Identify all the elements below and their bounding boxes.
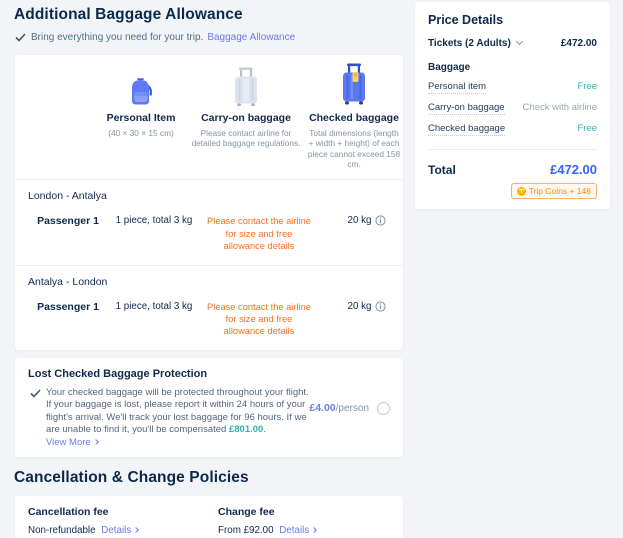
tickets-row: Tickets (2 Adults) £472.00 [428, 38, 597, 49]
lost-protection-price-area: £4.00/person [309, 368, 390, 448]
backpack-icon [95, 61, 187, 107]
checked-baggage-value: Free [577, 123, 597, 134]
type-checked: Checked baggage Total dimensions (length… [305, 61, 403, 169]
carry-on-allowance-note: Please contact the airline for size and … [200, 301, 318, 337]
checked-kg: 20 kg [348, 215, 372, 226]
lost-protection-title: Lost Checked Baggage Protection [28, 368, 309, 380]
cancellation-fee-value: Non-refundable Details [28, 525, 218, 536]
baggage-section-title: Additional Baggage Allowance [14, 6, 403, 24]
types-spacer [15, 61, 95, 169]
type-carry-on: Carry-on baggage Please contact airline … [187, 61, 305, 169]
baggage-subtitle: Bring everything you need for your trip.… [15, 32, 403, 43]
passenger-name: Passenger 1 [28, 301, 108, 313]
personal-item-allowance: 1 piece, total 3 kg [108, 301, 200, 312]
route-label: London - Antalya [28, 190, 390, 202]
baggage-group-label: Baggage [428, 62, 597, 73]
protection-radio[interactable] [377, 402, 390, 415]
cancellation-fee-text: Non-refundable [28, 525, 96, 536]
desc-part-2: . [263, 424, 266, 435]
route-label: Antalya - London [28, 276, 390, 288]
checked-suitcase-icon [305, 61, 403, 107]
passenger-name: Passenger 1 [28, 215, 108, 227]
price-amount: £4.00 [309, 402, 335, 414]
checked-kg: 20 kg [348, 301, 372, 312]
type-personal-item: Personal Item (40 × 30 × 15 cm) [95, 61, 187, 169]
policies-section-title: Cancellation & Change Policies [14, 469, 403, 487]
passenger-row: Passenger 1 1 piece, total 3 kg Please c… [28, 215, 390, 251]
change-fee-value: From £92.00 Details [218, 525, 316, 536]
coin-icon [517, 187, 526, 196]
dotted-divider [428, 149, 597, 150]
total-row: Total £472.00 [428, 162, 597, 177]
cancellation-fee-label: Cancellation fee [28, 506, 218, 518]
view-more-label[interactable]: View More [46, 437, 91, 448]
lost-protection-text: Your checked baggage will be protected t… [46, 387, 309, 436]
cancellation-fee-block: Cancellation fee Non-refundable Details [28, 506, 218, 536]
baggage-types-header: Personal Item (40 × 30 × 15 cm) [15, 55, 403, 179]
price-unit: /person [336, 403, 369, 414]
baggage-allowance-link[interactable]: Baggage Allowance [207, 32, 295, 43]
change-fee-text: From £92.00 [218, 525, 274, 536]
carry-on-label: Carry-on baggage [428, 102, 505, 115]
tickets-value: £472.00 [561, 38, 597, 49]
checked-allowance: 20 kg [318, 215, 416, 226]
change-fee-label: Change fee [218, 506, 316, 518]
price-details-title: Price Details [428, 13, 597, 27]
check-icon [15, 33, 26, 42]
compensation-amount: £801.00 [229, 424, 263, 435]
type-name: Checked baggage [305, 112, 403, 124]
lost-baggage-protection-card: Lost Checked Baggage Protection Your che… [15, 358, 403, 457]
type-desc: Please contact airline for detailed bagg… [187, 128, 305, 149]
type-desc: Total dimensions (length + width + heigh… [305, 128, 403, 169]
carry-on-allowance-note: Please contact the airline for size and … [200, 215, 318, 251]
type-desc: (40 × 30 × 15 cm) [95, 128, 187, 138]
cancellation-details-link[interactable]: Details [101, 525, 138, 536]
type-name: Personal Item [95, 112, 187, 124]
carry-on-suitcase-icon [187, 61, 305, 107]
change-details-link[interactable]: Details [279, 525, 316, 536]
details-label[interactable]: Details [101, 525, 131, 536]
side-column: Price Details Tickets (2 Adults) £472.00… [415, 2, 610, 538]
baggage-subtitle-text: Bring everything you need for your trip. [31, 32, 203, 43]
page: Additional Baggage Allowance Bring every… [0, 0, 623, 538]
passenger-row: Passenger 1 1 piece, total 3 kg Please c… [28, 301, 390, 337]
tickets-text: Tickets (2 Adults) [428, 38, 511, 49]
change-fee-block: Change fee From £92.00 Details [218, 506, 316, 536]
segment-london-antalya: London - Antalya Passenger 1 1 piece, to… [15, 180, 403, 264]
view-more-link[interactable]: View More [46, 437, 309, 448]
segment-antalya-london: Antalya - London Passenger 1 1 piece, to… [15, 266, 403, 350]
info-icon[interactable] [375, 301, 386, 312]
chevron-right-icon [311, 527, 317, 533]
personal-item-allowance: 1 piece, total 3 kg [108, 215, 200, 226]
check-icon [30, 389, 41, 398]
type-name: Carry-on baggage [187, 112, 305, 124]
details-label[interactable]: Details [279, 525, 309, 536]
price-item-row: Checked baggage Free [428, 123, 597, 136]
trip-coins-label: Trip Coins + 148 [529, 186, 591, 196]
lost-protection-content: Lost Checked Baggage Protection Your che… [28, 368, 309, 448]
fees-card: Cancellation fee Non-refundable Details … [15, 496, 403, 538]
protection-price: £4.00/person [309, 402, 369, 414]
total-value: £472.00 [550, 162, 597, 177]
carry-on-value: Check with airline [523, 102, 597, 113]
price-details-card: Price Details Tickets (2 Adults) £472.00… [415, 2, 610, 209]
trip-coins-row: Trip Coins + 148 [428, 183, 597, 199]
info-icon[interactable] [375, 215, 386, 226]
baggage-allowance-card: Personal Item (40 × 30 × 15 cm) [15, 55, 403, 350]
checked-baggage-label: Checked baggage [428, 123, 505, 136]
personal-item-label: Personal item [428, 81, 486, 94]
main-column: Additional Baggage Allowance Bring every… [0, 0, 403, 538]
desc-part-1: Your checked baggage will be protected t… [46, 387, 309, 435]
chevron-down-icon[interactable] [516, 38, 523, 45]
price-item-row: Carry-on baggage Check with airline [428, 102, 597, 115]
chevron-right-icon [93, 439, 99, 445]
total-label: Total [428, 163, 456, 177]
checked-allowance: 20 kg [318, 301, 416, 312]
tickets-label[interactable]: Tickets (2 Adults) [428, 38, 522, 49]
lost-protection-description: Your checked baggage will be protected t… [28, 387, 309, 436]
personal-item-value: Free [577, 81, 597, 92]
chevron-right-icon [133, 527, 139, 533]
price-item-row: Personal item Free [428, 81, 597, 94]
trip-coins-badge[interactable]: Trip Coins + 148 [511, 183, 597, 199]
